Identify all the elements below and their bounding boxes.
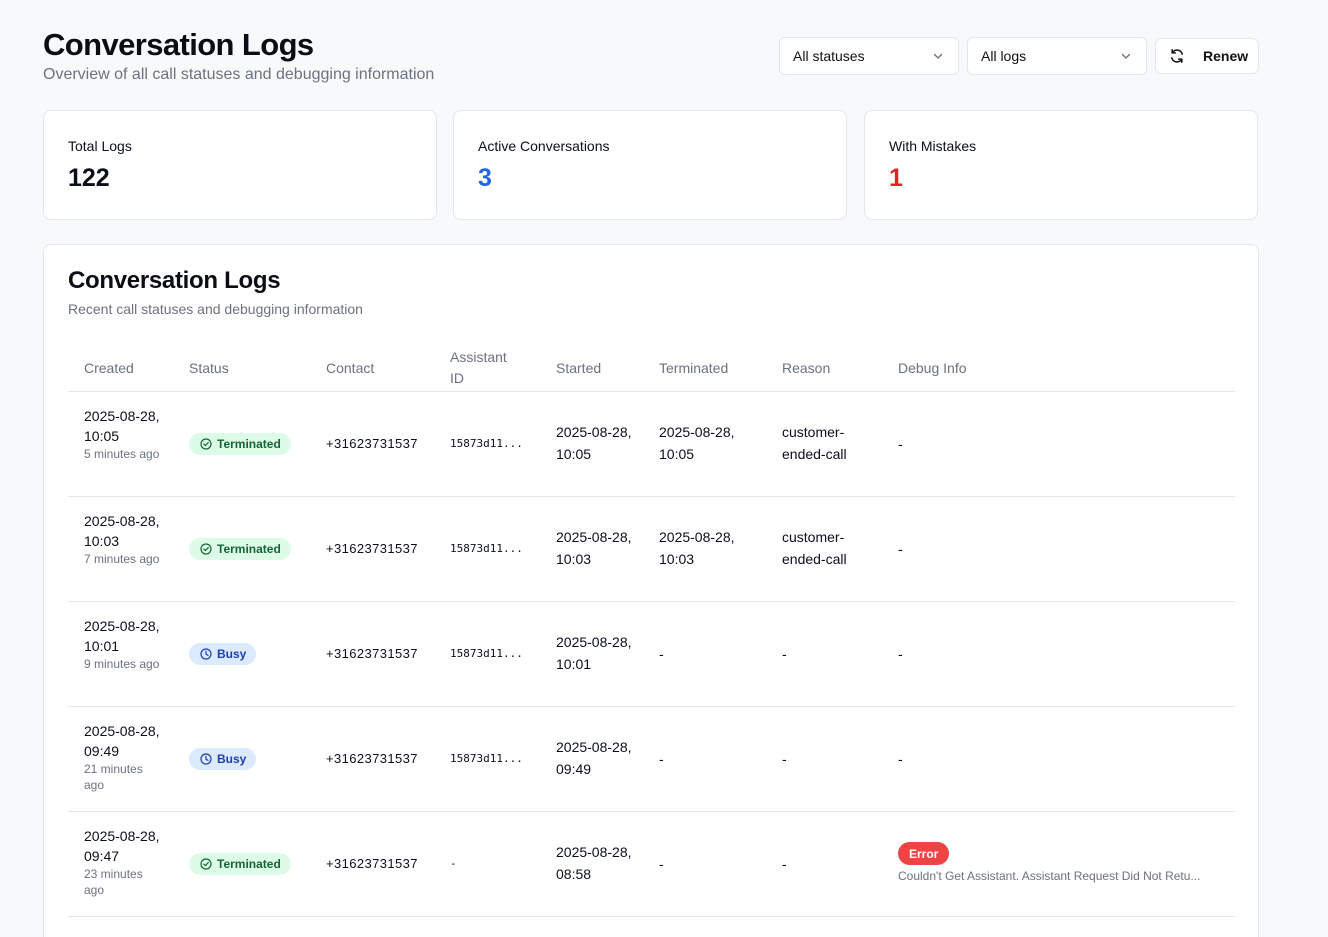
terminated-cell: 2025-08-28, 10:03 [659,529,735,567]
logs-card-title: Conversation Logs [68,267,281,294]
started-cell: 2025-08-28, 08:58 [556,844,632,882]
created-relative: 23 minutes ago [84,867,143,897]
contact-cell: +31623731537 [326,541,418,556]
logs-table: Created Status Contact Assistant ID Star… [68,345,1235,917]
status-badge: Terminated [189,538,291,560]
created-cell: 2025-08-28, 10:01 9 minutes ago [84,616,164,672]
column-header-assistant-id: Assistant ID [450,349,507,386]
table-row[interactable]: 2025-08-28, 10:01 9 minutes ago Busy +31… [68,602,1235,707]
stat-label: With Mistakes [889,138,977,154]
clock-icon [200,648,212,660]
table-header: Created Status Contact Assistant ID Star… [68,345,1235,392]
created-cell: 2025-08-28, 09:49 21 minutes ago [84,721,164,793]
log-filter-value: All logs [981,48,1027,64]
debug-error-text: Couldn't Get Assistant. Assistant Reques… [898,869,1201,883]
assistant-id-cell: 15873d11... [450,647,523,660]
stat-label: Total Logs [68,138,132,154]
reason-cell: customer-ended-call [782,424,847,462]
refresh-icon [1171,49,1183,63]
reason-cell: - [782,646,787,662]
chevron-down-icon [933,53,943,59]
renew-button[interactable]: Renew [1155,38,1259,74]
column-header-status: Status [189,360,229,376]
logs-card-subtitle: Recent call statuses and debugging infor… [68,301,363,317]
terminated-cell: - [659,751,664,767]
terminated-cell: - [659,646,664,662]
contact-cell: +31623731537 [326,436,418,451]
page-title: Conversation Logs [43,27,314,62]
assistant-id-cell: 15873d11... [450,437,523,450]
status-badge: Terminated [189,853,291,875]
created-date: 2025-08-28, 10:03 [84,513,160,549]
status-label: Terminated [217,437,281,451]
created-date: 2025-08-28, 09:47 [84,828,160,864]
assistant-id-cell: 15873d11... [450,542,523,555]
status-filter-select[interactable]: All statuses [779,37,959,75]
stat-value: 122 [68,164,110,192]
stat-value: 1 [889,164,903,192]
table-row[interactable]: 2025-08-28, 10:03 7 minutes ago Terminat… [68,497,1235,602]
created-relative: 21 minutes ago [84,762,143,792]
status-label: Terminated [217,857,281,871]
check-circle-icon [200,438,212,450]
terminated-cell: - [659,856,664,872]
status-filter-value: All statuses [793,48,865,64]
started-cell: 2025-08-28, 10:01 [556,634,632,672]
reason-cell: - [782,751,787,767]
started-cell: 2025-08-28, 09:49 [556,739,632,777]
debug-info-cell: - [898,646,903,662]
column-header-created: Created [84,360,134,376]
column-header-contact: Contact [326,360,375,376]
created-relative: 9 minutes ago [84,657,160,671]
created-relative: 7 minutes ago [84,552,160,566]
started-cell: 2025-08-28, 10:03 [556,529,632,567]
assistant-id-cell: - [450,857,457,870]
debug-info-cell: - [898,436,903,452]
table-row[interactable]: 2025-08-28, 10:05 5 minutes ago Terminat… [68,392,1235,497]
status-badge: Terminated [189,433,291,455]
stat-label: Active Conversations [478,138,610,154]
created-date: 2025-08-28, 10:01 [84,618,160,654]
created-cell: 2025-08-28, 09:47 23 minutes ago [84,826,164,898]
chevron-down-icon [1121,53,1131,59]
status-label: Busy [217,647,247,661]
created-cell: 2025-08-28, 10:05 5 minutes ago [84,406,164,462]
started-cell: 2025-08-28, 10:05 [556,424,632,462]
page-subtitle: Overview of all call statuses and debugg… [43,66,435,83]
stat-card-active-conversations: Active Conversations 3 [453,110,847,220]
debug-info-cell: - [898,751,903,767]
stat-card-with-mistakes: With Mistakes 1 [864,110,1258,220]
debug-info-cell: - [898,541,903,557]
check-circle-icon [200,543,212,555]
contact-cell: +31623731537 [326,646,418,661]
check-circle-icon [200,858,212,870]
status-badge: Busy [189,643,257,665]
reason-cell: - [782,856,787,872]
terminated-cell: 2025-08-28, 10:05 [659,424,735,462]
column-header-started: Started [556,360,602,376]
created-cell: 2025-08-28, 10:03 7 minutes ago [84,511,164,567]
column-header-debug-info: Debug Info [898,360,967,376]
clock-icon [200,753,212,765]
log-filter-select[interactable]: All logs [967,37,1147,75]
error-badge: Error [898,842,950,865]
status-label: Terminated [217,542,281,556]
reason-cell: customer-ended-call [782,529,847,567]
created-relative: 5 minutes ago [84,447,160,461]
table-row[interactable]: 2025-08-28, 09:49 21 minutes ago Busy +3… [68,707,1235,812]
created-date: 2025-08-28, 09:49 [84,723,160,759]
contact-cell: +31623731537 [326,751,418,766]
table-row[interactable]: 2025-08-28, 09:47 23 minutes ago Termina… [68,812,1235,917]
contact-cell: +31623731537 [326,856,418,871]
column-header-terminated: Terminated [659,360,729,376]
status-label: Busy [217,752,247,766]
status-badge: Busy [189,748,257,770]
stat-value: 3 [478,164,492,192]
renew-label: Renew [1203,48,1249,64]
created-date: 2025-08-28, 10:05 [84,408,160,444]
assistant-id-cell: 15873d11... [450,752,523,765]
column-header-reason: Reason [782,360,831,376]
stat-card-total-logs: Total Logs 122 [43,110,437,220]
logs-card: Conversation Logs Recent call statuses a… [43,244,1259,937]
